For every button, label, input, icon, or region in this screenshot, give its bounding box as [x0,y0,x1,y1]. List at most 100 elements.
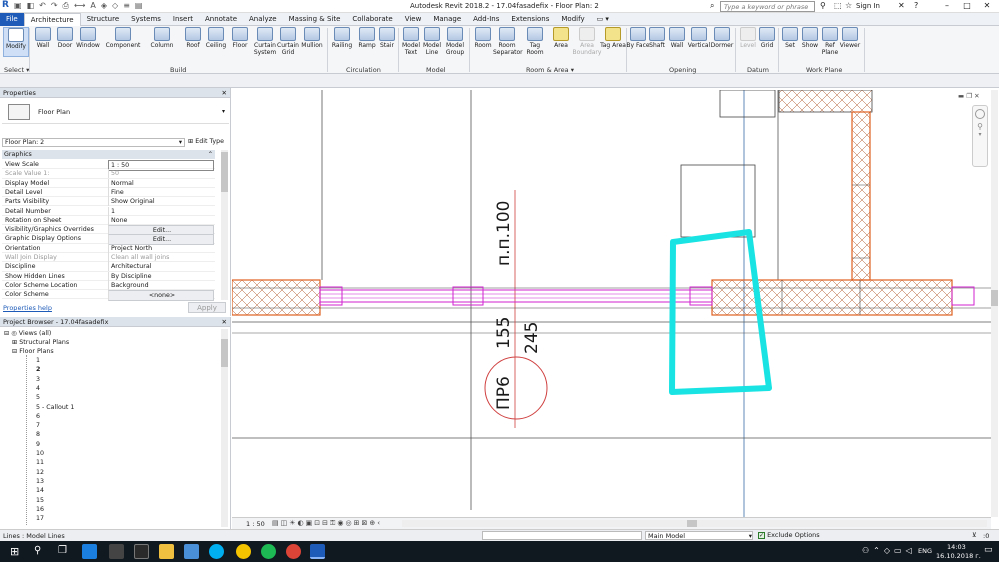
tree-item-floor-plan[interactable]: 16 [36,505,44,514]
steering-wheel-icon[interactable] [975,109,985,119]
drawing-area[interactable]: п.п.100 155 245 ПР6 ⚲ ▾ ▬ ❐ ✕ [232,90,991,517]
stair-button[interactable]: Stair [374,27,400,49]
property-row[interactable]: Detail Number 1 [2,206,215,216]
shadows-icon[interactable]: ◐ [298,519,306,527]
chevron-down-icon[interactable]: ▾ [222,108,225,115]
reveal-icon[interactable]: ◎ [345,519,353,527]
close-view-icon[interactable]: ✕ [974,92,979,100]
thin-lines-icon[interactable]: ≡ [123,1,130,11]
favorites-icon[interactable]: ☆ [845,1,852,10]
tree-item-floor-plan[interactable]: 2 [36,365,40,374]
tree-structural-plans[interactable]: ⊞ Structural Plans [12,338,69,347]
3d-view-icon[interactable]: ◈ [101,1,107,11]
zoom-icon[interactable]: ⚲ [973,122,987,131]
tree-item-floor-plan[interactable]: 12 [36,468,44,477]
area-button[interactable]: Area [548,27,574,49]
property-value[interactable]: Show Original [108,197,214,207]
railing-button[interactable]: Railing [329,27,355,49]
task-view-icon[interactable]: ❐ [58,545,67,556]
dimension-155[interactable]: 155 [494,317,514,349]
close-button[interactable]: ✕ [977,0,997,13]
tree-floor-plans[interactable]: ⊟ Floor Plans [12,347,54,356]
constraints-icon[interactable]: ⊕ [369,519,377,527]
filter-icon[interactable]: ⊻ [972,531,977,539]
media-icon[interactable] [134,544,149,559]
tab-manage[interactable]: Manage [427,13,467,26]
tree-item-floor-plan[interactable]: 9 [36,440,40,449]
scroll-left-icon[interactable]: ‹ [377,519,382,527]
tab-analyze[interactable]: Analyze [243,13,283,26]
close-icon[interactable]: ✕ [222,317,227,327]
property-row[interactable]: Color Scheme Location Background [2,280,215,291]
window-tag-label[interactable]: ПР6 [494,376,514,410]
section-icon[interactable]: ◇ [112,1,118,11]
network-icon[interactable]: ▭ [894,546,906,555]
tab-view[interactable]: View [399,13,428,26]
tree-item-floor-plan[interactable]: 5 [36,393,40,402]
tag-area-button[interactable]: Tag Area [600,27,626,49]
viewer-button[interactable]: Viewer [837,27,863,49]
room-area-panel-label[interactable]: Room & Area ▾ [526,66,574,74]
search-icon[interactable]: ⚲ [820,1,826,10]
property-row[interactable]: Visibility/Graphics Overrides Edit... [2,225,215,237]
text-icon[interactable]: A [90,1,95,11]
tag-room-button[interactable]: Tag Room [522,27,548,56]
tree-item-floor-plan[interactable]: 15 [36,496,44,505]
tree-item-floor-plan[interactable]: 4 [36,384,40,393]
room-separator-button[interactable]: Room Separator [493,27,523,56]
revit-logo-icon[interactable]: R [2,0,9,10]
property-row[interactable]: Scale Value 1: 50 [2,169,215,179]
maximize-button[interactable]: □ [957,0,977,13]
instance-filter[interactable]: Floor Plan: 2 ▾ [2,138,185,147]
window-button[interactable]: Window [75,27,101,49]
tab-file[interactable]: File [0,12,24,26]
tab-structure[interactable]: Structure [81,13,126,26]
workset-dropdown[interactable] [482,531,642,540]
tree-item-floor-plan[interactable]: 13 [36,477,44,486]
save-icon[interactable]: ◧ [27,1,35,11]
curtain-grid-button[interactable]: Curtain Grid [275,27,301,56]
property-row[interactable]: Orientation Project North [2,243,215,253]
property-value[interactable]: By Discipline [108,271,214,281]
property-row[interactable]: Rotation on Sheet None [2,215,215,226]
search-input[interactable]: Type a keyword or phrase [720,1,815,12]
tab-modify[interactable]: Modify [555,13,590,26]
print-icon[interactable]: ⎙ [63,1,69,11]
chevron-up-icon[interactable]: ⌃ [873,546,884,555]
binoculars-icon[interactable]: ⌕ [710,1,714,11]
skype-icon[interactable] [209,544,224,559]
graphics-section[interactable]: Graphics ⌃ [2,150,215,159]
area-boundary-button[interactable]: Area Boundary [572,27,602,56]
edge-icon[interactable] [82,544,97,559]
component-button[interactable]: Component [105,27,141,49]
property-row[interactable]: Display Model Normal [2,178,215,188]
subscription-icon[interactable]: ⬚ [834,1,842,10]
tree-item-floor-plan[interactable]: 1 [36,356,40,365]
model-group-button[interactable]: Model Group [442,27,468,56]
start-icon[interactable]: ⊞ [10,545,19,558]
tree-item-floor-plan[interactable]: 14 [36,486,44,495]
minimize-view-icon[interactable]: ▬ [958,92,964,100]
clock-time[interactable]: 14:03 [947,543,966,551]
canvas-vscrollbar[interactable] [991,90,998,517]
floor-plan-drawing[interactable] [232,90,991,517]
zoom-dropdown-icon[interactable]: ▾ [973,131,987,138]
ribbon-minimize-icon[interactable]: ▭ ▾ [597,15,609,23]
switch-windows-icon[interactable]: ▤ [135,1,143,11]
property-value[interactable]: None [108,215,214,225]
crop-visible-icon[interactable]: ⊟ [322,519,330,527]
exchange-icon[interactable]: ✕ [898,1,905,10]
properties-help-link[interactable]: Properties help [3,304,52,312]
help-icon[interactable]: ? [914,1,918,10]
column-button[interactable]: Column [149,27,175,49]
property-row[interactable]: Color Scheme <none> [2,290,215,302]
design-option-dropdown[interactable]: Main Model ▾ [645,531,753,540]
property-row[interactable]: Discipline Architectural [2,262,215,272]
open-icon[interactable]: ▣ [14,1,22,11]
tree-item-floor-plan[interactable]: 5 - Callout 1 [36,403,74,412]
dimension-245[interactable]: 245 [522,322,542,354]
search-icon[interactable]: ⚲ [34,545,41,556]
property-value[interactable]: Fine [108,187,214,197]
volume-icon[interactable]: ◁ [906,546,916,555]
property-value[interactable]: 1 [108,206,214,216]
